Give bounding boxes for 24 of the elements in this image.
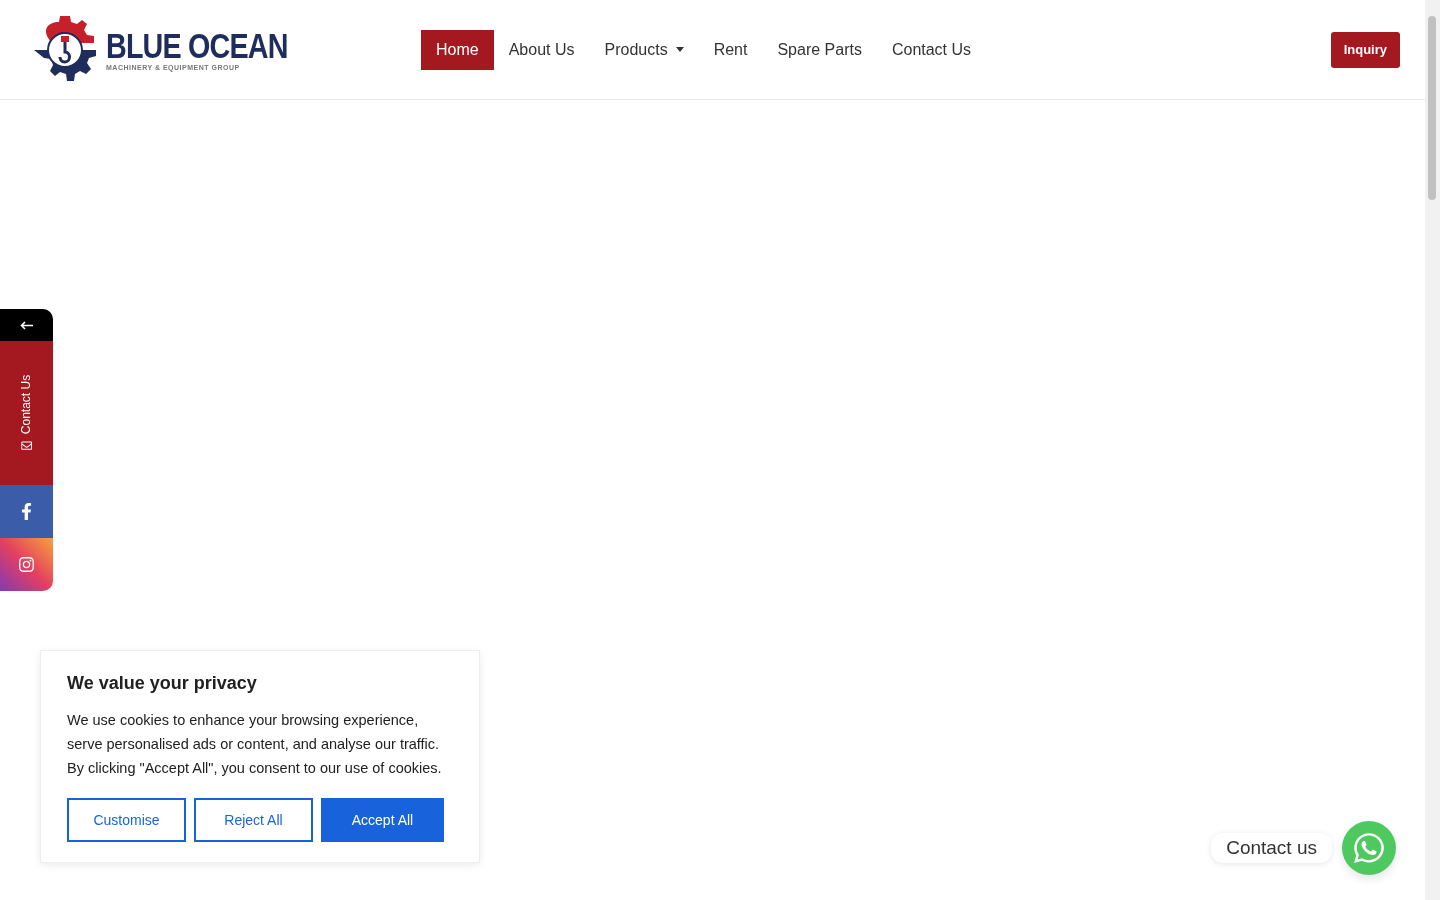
facebook-link[interactable] — [0, 485, 53, 538]
contact-tab[interactable]: Contact Us — [0, 341, 53, 485]
collapse-button[interactable] — [0, 309, 53, 341]
cookie-button[interactable]: Accept All — [321, 798, 444, 842]
banner-title: We value your privacy — [67, 673, 258, 694]
nav-link[interactable]: About Us — [493, 29, 590, 70]
inquiry-button[interactable]: Inquiry — [1330, 31, 1400, 68]
cookie-button[interactable]: Customise — [67, 798, 186, 842]
nav-link[interactable]: Rent — [698, 29, 763, 70]
instagram-link[interactable] — [0, 538, 53, 591]
nav-link[interactable]: Products — [589, 29, 699, 70]
cookie-button[interactable]: Reject All — [194, 798, 313, 842]
brand-name: BLUE OCEAN — [106, 28, 288, 64]
whatsapp-icon — [1352, 831, 1386, 865]
banner-text: We use cookies to enhance your browsing experience, serve personalised ads or content, and analyse our traffic. By clicking "Accept All", you consent to our use of cookies. — [67, 711, 443, 778]
instagram-icon — [18, 556, 35, 573]
chat-label[interactable]: Contact us — [1211, 833, 1332, 863]
nav-link[interactable]: Spare Parts — [762, 29, 877, 70]
left-arrow-icon — [20, 320, 33, 330]
scrollbar-thumb[interactable] — [1428, 16, 1436, 200]
nav-link[interactable]: Home — [421, 29, 494, 70]
nav-link[interactable]: Contact Us — [876, 29, 987, 70]
envelope-icon — [21, 440, 32, 452]
scrollbar[interactable] — [1425, 0, 1440, 900]
